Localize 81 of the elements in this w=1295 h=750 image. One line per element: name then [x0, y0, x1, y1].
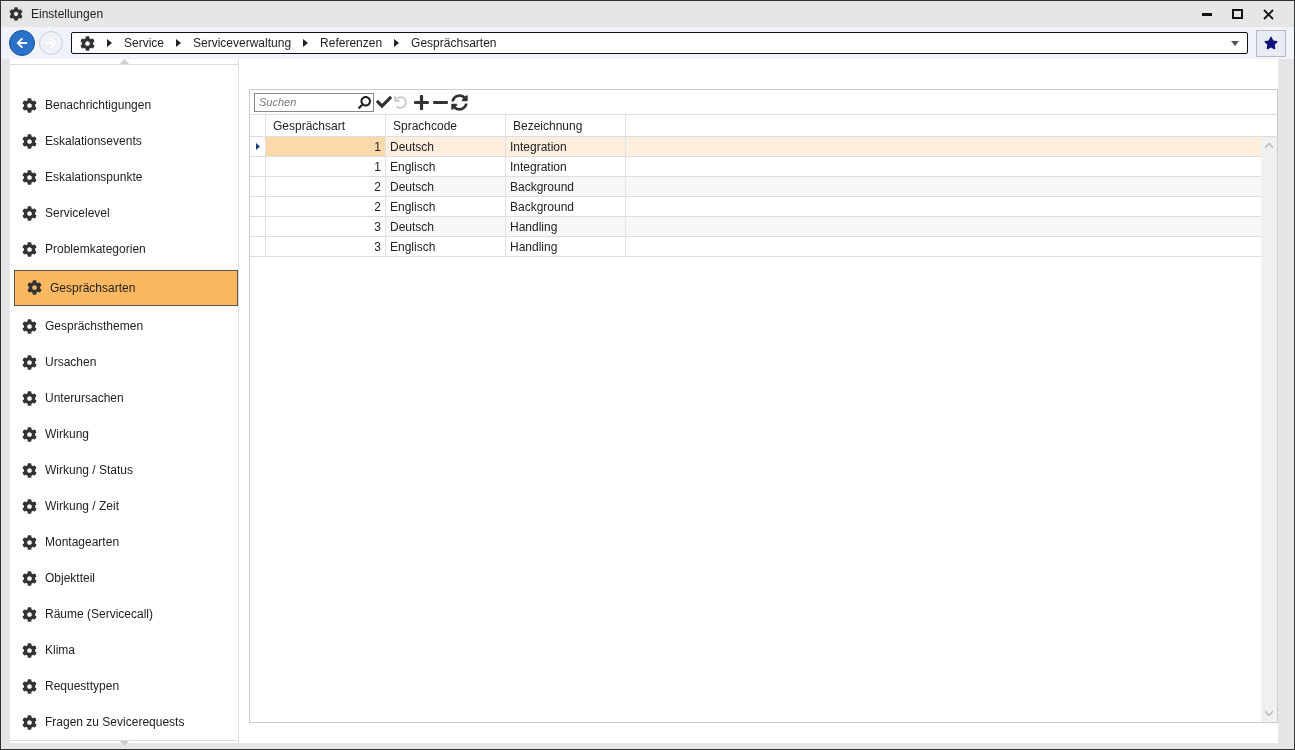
dropdown-icon[interactable] — [1231, 40, 1239, 46]
sidebar-item[interactable]: Wirkung / Status — [10, 452, 238, 488]
add-icon[interactable] — [413, 93, 430, 111]
back-button[interactable] — [9, 30, 35, 56]
table-cell: Background — [506, 197, 626, 216]
table-cell: 1 — [266, 137, 386, 156]
sidebar-item[interactable]: Montagearten — [10, 524, 238, 560]
table-cell: Deutsch — [386, 177, 506, 196]
check-icon[interactable] — [376, 94, 392, 110]
breadcrumb-bar[interactable]: Service Serviceverwaltung Referenzen Gesprächsarten — [71, 32, 1248, 54]
gear-icon — [22, 606, 37, 622]
gear-icon — [22, 133, 37, 149]
search-field[interactable]: Suchen — [254, 92, 374, 112]
sidebar-item[interactable]: Requesttypen — [10, 668, 238, 704]
breadcrumb-item[interactable]: Gesprächsarten — [411, 34, 497, 52]
gear-icon — [22, 714, 37, 730]
table-cell: Englisch — [386, 197, 506, 216]
table-cell: 3 — [266, 217, 386, 236]
sidebar-item[interactable]: Problemkategorien — [10, 231, 238, 267]
favorite-button[interactable] — [1256, 29, 1286, 57]
arrow-left-icon — [16, 37, 28, 49]
gear-icon — [22, 678, 37, 694]
gear-icon — [22, 318, 37, 334]
sidebar-item[interactable]: Klima — [10, 632, 238, 668]
gear-icon — [22, 97, 37, 113]
column-header[interactable]: Gesprächsart — [266, 115, 386, 136]
row-header[interactable] — [250, 137, 266, 156]
table-cell: Deutsch — [386, 137, 506, 156]
sidebar-item[interactable]: Fragen zu Sevicerequests — [10, 704, 238, 740]
table-cell: 2 — [266, 177, 386, 196]
close-icon[interactable] — [1263, 8, 1274, 20]
table-cell: Handling — [506, 217, 626, 236]
gear-icon — [22, 498, 37, 514]
sidebar-item[interactable]: Gesprächsthemen — [10, 308, 238, 344]
gear-icon — [22, 390, 37, 406]
chevron-icon — [394, 39, 400, 47]
sidebar-item[interactable]: Benachrichtigungen — [10, 87, 238, 123]
gear-icon — [22, 462, 37, 478]
minimize-icon[interactable] — [1202, 12, 1212, 16]
sidebar-item[interactable]: Objektteil — [10, 560, 238, 596]
sidebar-item[interactable]: Ursachen — [10, 344, 238, 380]
gear-icon — [22, 426, 37, 442]
breadcrumb-item[interactable]: Serviceverwaltung — [193, 34, 292, 52]
chevron-icon — [176, 39, 181, 47]
gear-icon — [22, 169, 37, 185]
chevron-icon — [107, 39, 112, 47]
sidebar-item[interactable]: Wirkung / Zeit — [10, 488, 238, 524]
table-cell: Englisch — [386, 237, 506, 256]
window-title: Einstellungen — [31, 6, 104, 23]
column-header[interactable]: Bezeichnung — [506, 115, 626, 136]
breadcrumb-item[interactable]: Referenzen — [320, 34, 383, 52]
gear-icon — [22, 354, 37, 370]
gear-icon — [22, 534, 37, 550]
search-icon[interactable] — [358, 95, 371, 109]
table-cell: Deutsch — [386, 217, 506, 236]
sidebar-item[interactable]: Gesprächsarten — [14, 269, 238, 306]
chevron-icon — [303, 39, 309, 47]
table-cell: Handling — [506, 237, 626, 256]
column-header[interactable]: Sprachcode — [386, 115, 506, 136]
sidebar-item[interactable]: Räume (Servicecall) — [10, 596, 238, 632]
table-cell: Integration — [506, 157, 626, 176]
maximize-icon[interactable] — [1232, 9, 1243, 19]
sidebar-item[interactable]: Eskalationspunkte — [10, 159, 238, 195]
gear-icon — [9, 7, 23, 21]
sidebar-item[interactable]: Servicelevel — [10, 195, 238, 231]
gear-icon — [80, 35, 95, 51]
gear-icon — [22, 241, 37, 257]
gear-icon — [22, 570, 37, 586]
sidebar-item[interactable]: Wirkung — [10, 416, 238, 452]
gear-icon — [22, 642, 37, 658]
star-icon — [1264, 36, 1278, 50]
table-cell: Englisch — [386, 157, 506, 176]
gear-icon — [27, 280, 42, 295]
sidebar-item[interactable]: Eskalationsevents — [10, 123, 238, 159]
sidebar-item[interactable]: Unterursachen — [10, 380, 238, 416]
gear-icon — [22, 205, 37, 221]
row-indicator-icon — [255, 143, 260, 150]
breadcrumb-item[interactable]: Service — [124, 34, 164, 52]
table-cell: Integration — [506, 137, 626, 156]
table-cell: Background — [506, 177, 626, 196]
refresh-icon[interactable] — [451, 93, 468, 111]
